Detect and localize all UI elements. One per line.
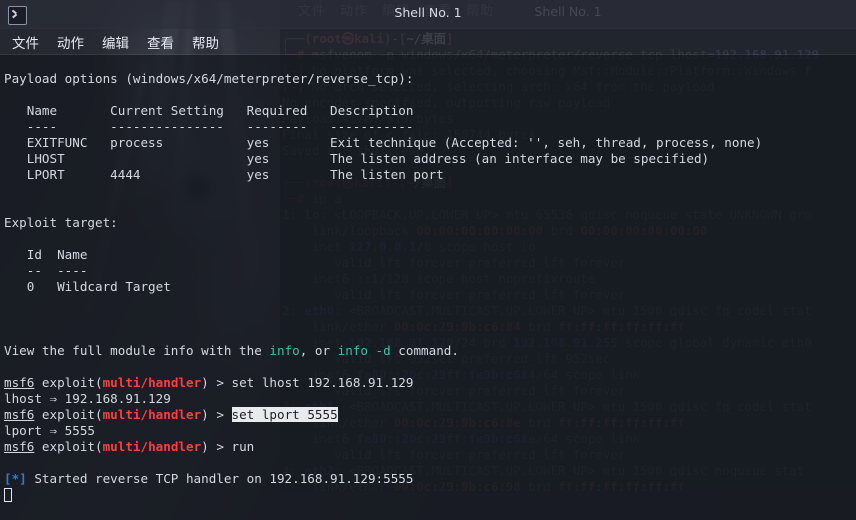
text-cursor [4,488,12,502]
prompt-line: msf6 exploit(multi/handler) > run [4,439,255,454]
menubar[interactable]: 文件 动作 编辑 查看 帮助 [0,28,856,55]
exploit-target-heading: Exploit target: [4,215,118,230]
prompt-line: msf6 exploit(multi/handler) > set lhost … [4,375,414,390]
window-title: Shell No. 1 [394,5,462,20]
target-table-rule: -- ---- [4,263,88,278]
terminal-window[interactable]: Shell No. 1 文件 动作 编辑 查看 帮助 Payload optio… [0,0,856,520]
output-line: lport ⇒ 5555 [4,423,95,438]
output-line: lhost ⇒ 192.168.91.129 [4,391,171,406]
cursor-line [0,487,856,503]
status-line: [*] Started reverse TCP handler on 192.1… [4,471,414,486]
target-table-header: Id Name [4,247,88,262]
payload-table-row: LPORT 4444 yes The listen port [4,167,444,182]
terminal-output[interactable]: Payload options (windows/x64/meterpreter… [0,55,856,520]
payload-table-row: LHOST yes The listen address (an interfa… [4,151,710,166]
payload-table-rule: ---- --------------- -------- ----------… [4,119,414,134]
menu-item-file[interactable]: 文件 [12,32,39,52]
target-table-row: 0 Wildcard Target [4,279,171,294]
payload-options-heading: Payload options (windows/x64/meterpreter… [4,71,414,86]
module-info-line: View the full module info with the info,… [4,343,459,358]
menu-item-view[interactable]: 查看 [147,32,174,52]
payload-table-row: EXITFUNC process yes Exit technique (Acc… [4,135,763,150]
titlebar[interactable]: Shell No. 1 [0,0,856,29]
payload-table-header: Name Current Setting Required Descriptio… [4,103,414,118]
menu-item-edit[interactable]: 编辑 [102,32,129,52]
menu-item-help[interactable]: 帮助 [192,32,219,52]
prompt-line: msf6 exploit(multi/handler) > set lport … [4,407,338,422]
selected-command-text[interactable]: set lport 5555 [231,407,338,422]
menu-item-actions[interactable]: 动作 [57,32,84,52]
